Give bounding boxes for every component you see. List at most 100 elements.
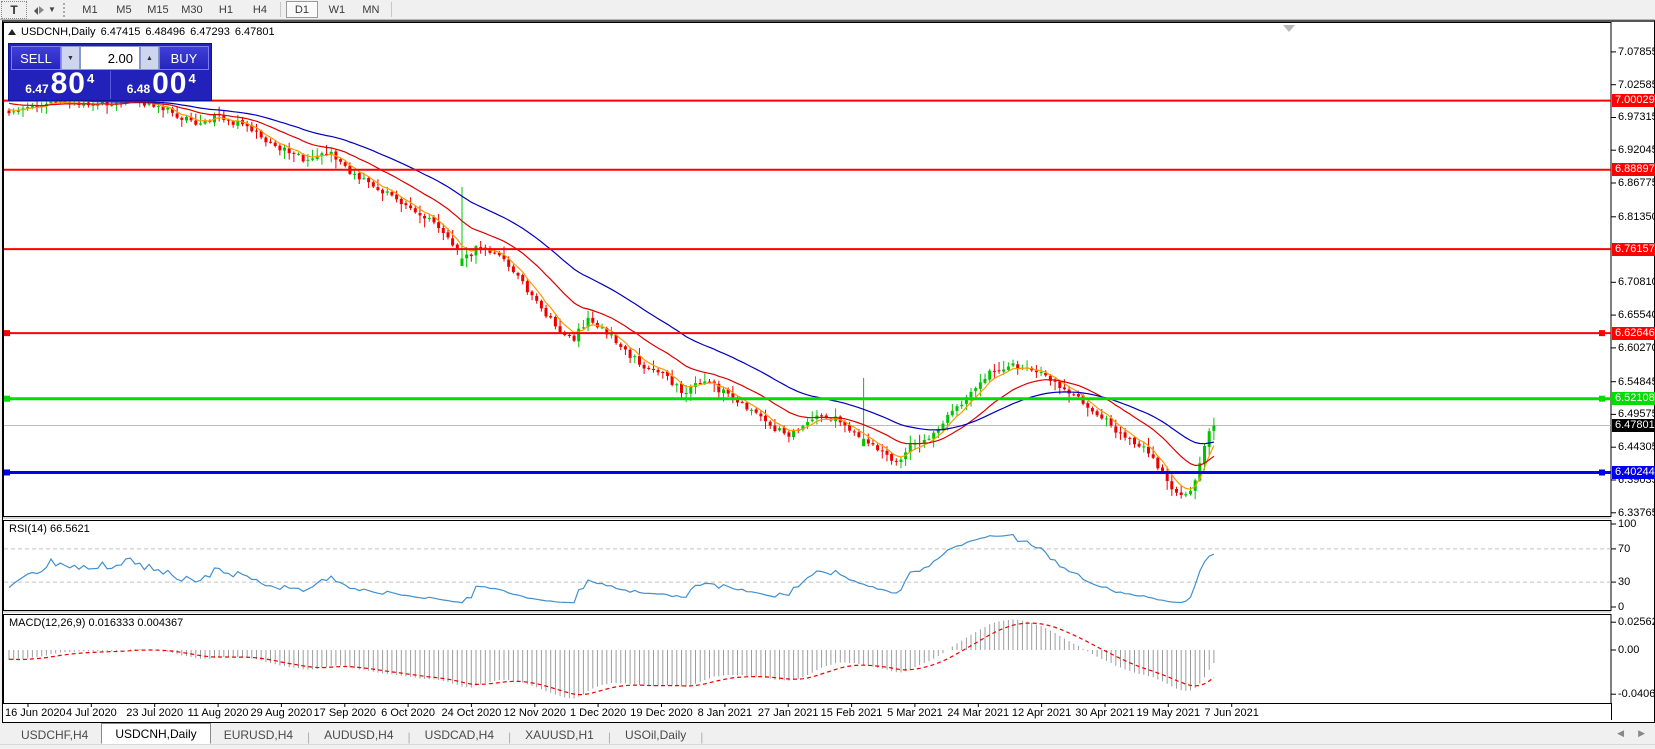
buy-price-pip: 4 [188, 71, 196, 86]
window-marker-icon[interactable] [8, 29, 16, 35]
tab-divider: | [607, 730, 611, 744]
level-price-badge-6.40244: 6.40244 [1612, 465, 1655, 479]
timeframe-button-h4[interactable]: H4 [245, 2, 275, 17]
buy-price-small: 6.48 [126, 82, 151, 96]
price-tick-6.65540: 6.65540 [1618, 309, 1655, 322]
date-label: 6 Oct 2020 [381, 707, 436, 719]
level-price-badge-7.00029: 7.00029 [1612, 94, 1655, 108]
tab-scroll-left-icon[interactable]: ◀ [1617, 728, 1624, 739]
chart-shift-marker-icon[interactable] [1283, 25, 1295, 32]
date-label: 15 Feb 2021 [820, 707, 883, 719]
timeframe-button-mn[interactable]: MN [356, 2, 386, 17]
chart-tab-bar: USDCHF,H4 USDCNH,Daily EURUSD,H4 | AUDUSD,H4… [0, 723, 1655, 745]
price-tick-6.92045: 6.92045 [1618, 144, 1655, 157]
macd-tick-0.025623: 0.025623 [1618, 616, 1655, 629]
level-price-badge-6.88897: 6.88897 [1612, 163, 1655, 177]
date-label: 17 Sep 2020 [313, 707, 376, 719]
arrows-tool-button[interactable]: ▼ [29, 2, 59, 18]
sell-price[interactable]: 6.47 80 4 [9, 67, 111, 100]
buy-price[interactable]: 6.48 00 4 [111, 67, 212, 100]
date-label: 24 Oct 2020 [441, 707, 502, 719]
title-high: 6.48496 [145, 26, 186, 38]
price-tick-7.02585: 7.02585 [1618, 78, 1655, 91]
rsi-tick-100: 100 [1618, 518, 1637, 530]
price-tick-6.86775: 6.86775 [1618, 177, 1655, 190]
arrows-icon [34, 5, 44, 15]
timeframe-button-m15[interactable]: M15 [143, 2, 173, 17]
timeframe-button-d1[interactable]: D1 [285, 1, 318, 18]
toolbar-separator [279, 2, 281, 17]
sell-price-small: 6.47 [25, 82, 49, 96]
sell-price-pip: 4 [87, 71, 95, 86]
date-label: 4 Jul 2020 [65, 707, 117, 719]
title-open: 6.47415 [100, 26, 141, 38]
date-label: 19 Dec 2020 [630, 707, 693, 719]
chart-tab-audusd-h4[interactable]: AUDUSD,H4 [311, 726, 406, 744]
timeframe-button-m30[interactable]: M30 [177, 2, 207, 17]
price-tick-6.70810: 6.70810 [1618, 276, 1655, 289]
level-price-badge-6.62646: 6.62646 [1612, 326, 1655, 340]
macd-label: MACD(12,26,9) 0.016333 0.004367 [9, 617, 184, 629]
macd-tick--0.040687: -0.040687 [1618, 688, 1655, 701]
sell-price-big: 80 [50, 67, 86, 100]
date-label: 5 Mar 2021 [887, 707, 943, 719]
tab-divider: | [508, 730, 512, 744]
timeframe-button-w1[interactable]: W1 [322, 2, 352, 17]
chart-tab-usoil-daily[interactable]: USOil,Daily [612, 726, 699, 744]
current-price-badge: 6.47801 [1612, 418, 1655, 432]
chart-tab-usdcnh-daily[interactable]: USDCNH,Daily [101, 723, 211, 744]
volume-input[interactable]: 2.00 [80, 46, 140, 70]
date-label: 16 Jun 2020 [5, 707, 66, 719]
date-label: 30 Apr 2021 [1075, 707, 1135, 719]
level-price-badge-6.52108: 6.52108 [1612, 392, 1655, 406]
title-symbol: USDCNH,Daily [21, 26, 96, 38]
timeframe-button-h1[interactable]: H1 [211, 2, 241, 17]
date-label: 29 Aug 2020 [250, 707, 313, 719]
timeframe-button-m1[interactable]: M1 [75, 2, 105, 17]
arrows-dropdown-icon[interactable]: ▼ [48, 5, 56, 14]
timeframe-buttons: M1 M5 M15 M30 H1 H4 D1 W1 MN [73, 1, 388, 18]
date-label: 7 Jun 2021 [1204, 707, 1259, 719]
title-low: 6.47293 [190, 26, 230, 38]
date-label: 24 Mar 2021 [947, 707, 1010, 719]
chart-title: USDCNH,Daily 6.47415 6.48496 6.47293 6.4… [8, 25, 280, 39]
price-tick-6.60270: 6.60270 [1618, 341, 1655, 354]
rsi-tick-70: 70 [1618, 542, 1631, 555]
date-label: 8 Jan 2021 [697, 707, 753, 719]
date-label: 19 May 2021 [1136, 707, 1201, 719]
chart-tab-usdcad-h4[interactable]: USDCAD,H4 [412, 726, 507, 744]
rsi-tick-0: 0 [1618, 601, 1625, 613]
rsi-label: RSI(14) 66.5621 [9, 523, 90, 535]
trading-terminal: { "toolbar": { "text_tool_label": "T", "… [0, 0, 1655, 749]
rsi-tick-30: 30 [1618, 576, 1631, 589]
one-click-trading-panel: SELL ▼ 2.00 ▲ BUY 6.47 80 4 6.48 00 4 [8, 43, 212, 101]
timeframe-button-m5[interactable]: M5 [109, 2, 139, 17]
chart-tab-usdchf-h4[interactable]: USDCHF,H4 [8, 726, 101, 744]
level-price-badge-6.76157: 6.76157 [1612, 242, 1655, 256]
buy-price-big: 00 [152, 67, 188, 100]
price-tick-6.44305: 6.44305 [1618, 441, 1655, 454]
date-label: 23 Jul 2020 [126, 707, 184, 719]
tab-divider: | [700, 730, 704, 744]
macd-tick-0.00: 0.00 [1618, 644, 1640, 656]
date-label: 12 Nov 2020 [503, 707, 566, 719]
price-tick-6.97315: 6.97315 [1618, 111, 1655, 124]
text-tool-button[interactable]: T [1, 0, 27, 19]
price-tick-6.54845: 6.54845 [1618, 375, 1655, 388]
title-close: 6.47801 [234, 26, 275, 38]
chart-canvas[interactable] [3, 22, 1654, 720]
date-label: 11 Aug 2020 [187, 707, 249, 719]
tab-divider: | [307, 730, 311, 744]
date-label: 12 Apr 2021 [1011, 707, 1072, 719]
chart-tab-eurusd-h4[interactable]: EURUSD,H4 [211, 726, 306, 744]
date-label: 27 Jan 2021 [757, 707, 819, 719]
chart-window: USDCNH,Daily 6.47415 6.48496 6.47293 6.4… [2, 20, 1655, 723]
tab-scroll-right-icon[interactable]: ▶ [1638, 728, 1645, 739]
top-toolbar: T ▼ M1 M5 M15 M30 H1 H4 D1 W1 MN [0, 0, 1655, 20]
chart-tab-xauusd-h1[interactable]: XAUUSD,H1 [512, 726, 607, 744]
tab-divider: | [407, 730, 411, 744]
price-tick-6.33765: 6.33765 [1618, 506, 1655, 519]
toolbar-separator [390, 2, 392, 17]
price-tick-7.07855: 7.07855 [1618, 45, 1655, 58]
toolbar-grip [62, 2, 70, 17]
